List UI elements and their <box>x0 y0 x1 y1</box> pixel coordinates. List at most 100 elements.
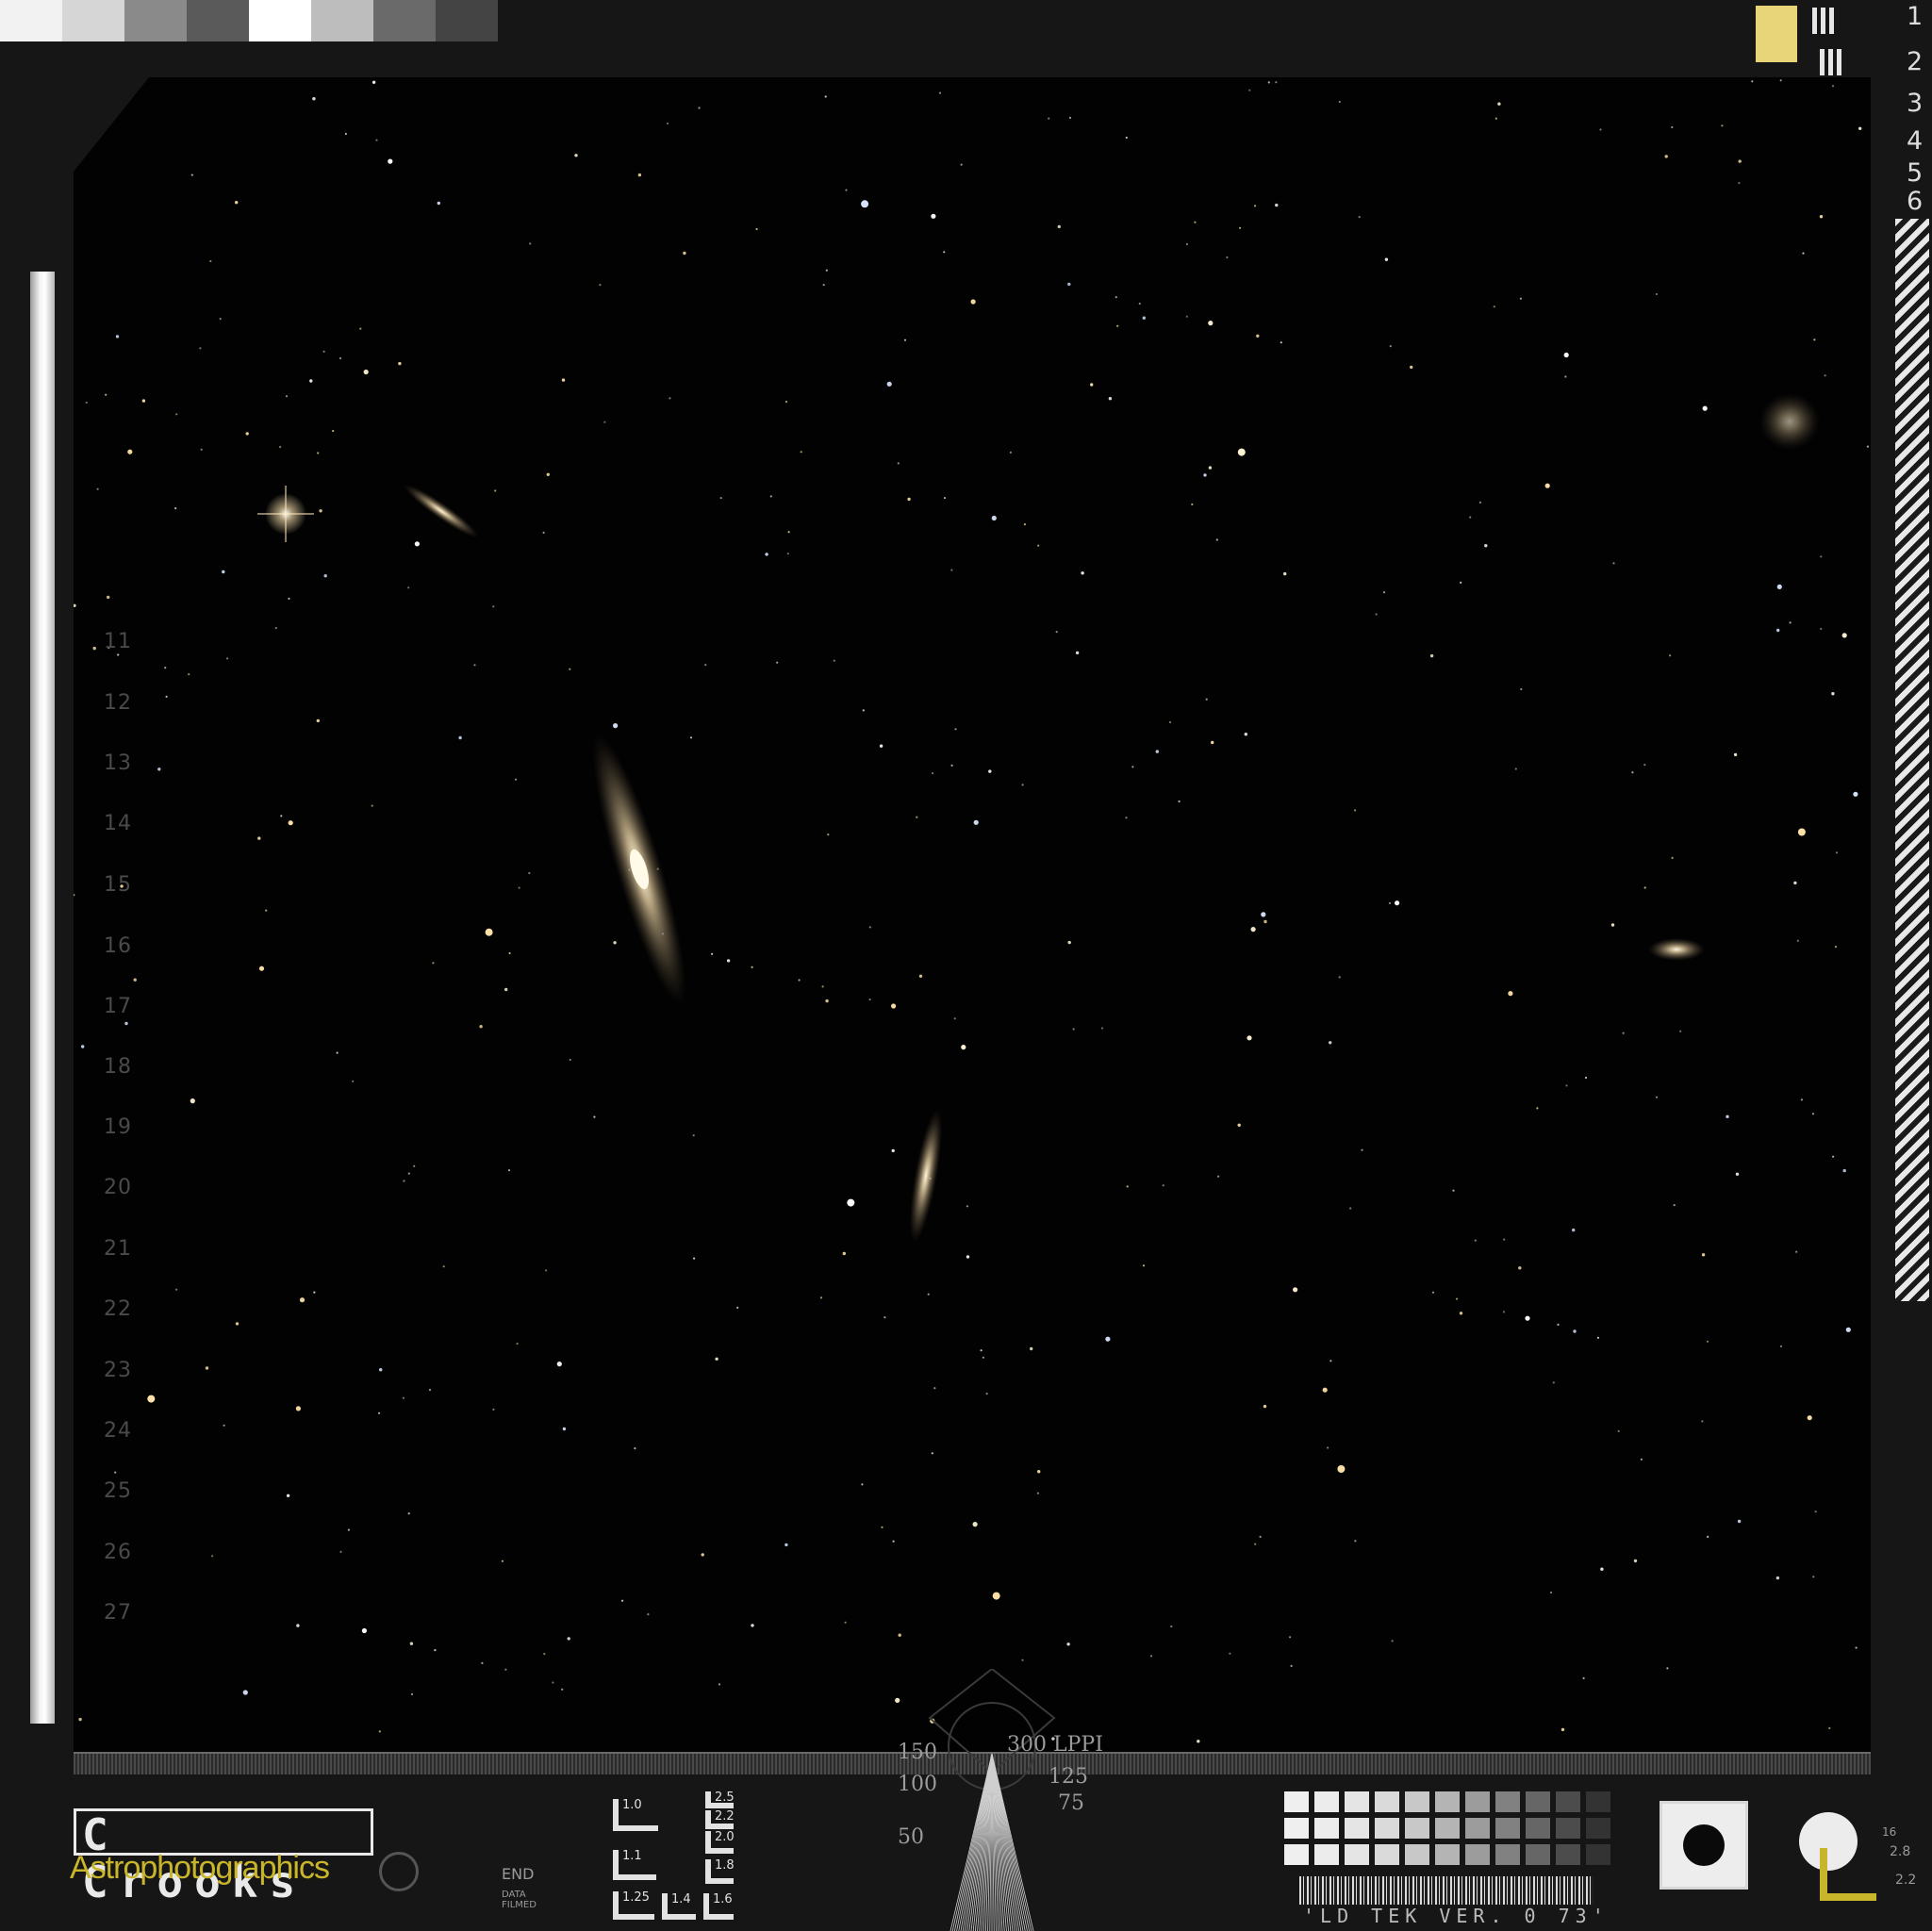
star <box>1737 1519 1742 1524</box>
star <box>1811 1113 1815 1115</box>
star <box>1429 653 1434 658</box>
density-swatch <box>1495 1818 1520 1839</box>
star <box>1536 1107 1539 1110</box>
star <box>428 1389 432 1392</box>
star <box>1261 912 1266 917</box>
ruler-number: 12 <box>104 691 132 715</box>
star <box>751 1624 754 1627</box>
star <box>199 347 202 350</box>
star <box>432 962 435 965</box>
star <box>1067 940 1071 945</box>
star <box>1853 791 1858 797</box>
star <box>718 1683 721 1686</box>
density-swatch <box>1465 1791 1490 1812</box>
star <box>822 284 825 287</box>
star <box>1655 1096 1659 1098</box>
star <box>1707 1535 1709 1538</box>
star <box>1361 1148 1363 1151</box>
star <box>897 462 900 465</box>
star <box>1389 345 1392 348</box>
star <box>907 497 911 502</box>
star <box>562 1427 567 1431</box>
star <box>1643 764 1646 767</box>
registration-circle <box>379 1852 419 1891</box>
star <box>117 653 120 656</box>
star <box>1834 946 1838 949</box>
star <box>1322 1387 1328 1393</box>
star <box>319 509 322 513</box>
scale-label: 16 <box>1882 1825 1897 1839</box>
star <box>862 709 865 712</box>
star <box>190 1098 195 1104</box>
star <box>845 189 848 191</box>
star <box>434 1649 437 1652</box>
star <box>1820 627 1823 631</box>
star <box>1116 324 1119 327</box>
star-field <box>74 79 1869 1755</box>
star <box>528 871 531 875</box>
star <box>288 820 293 826</box>
star <box>879 744 883 748</box>
star <box>784 1543 788 1547</box>
density-swatch <box>1495 1844 1520 1865</box>
density-swatch <box>1556 1844 1580 1865</box>
star <box>1721 124 1724 127</box>
star <box>1275 203 1279 207</box>
star <box>1795 1250 1798 1253</box>
star <box>285 395 289 398</box>
density-swatch <box>1526 1818 1550 1839</box>
star <box>1610 923 1615 927</box>
density-swatch <box>1405 1818 1429 1839</box>
star <box>437 201 440 206</box>
barcode <box>1299 1876 1593 1905</box>
star <box>258 966 265 971</box>
star <box>755 227 758 231</box>
star <box>1502 1311 1506 1313</box>
star <box>1337 1465 1346 1473</box>
star <box>1525 1315 1530 1321</box>
star <box>881 1526 883 1528</box>
star <box>1563 352 1569 358</box>
star <box>960 163 963 166</box>
star <box>1582 1676 1585 1679</box>
ruler-number: 14 <box>104 812 132 835</box>
density-swatch <box>1345 1844 1369 1865</box>
star <box>1149 1655 1153 1658</box>
star <box>372 80 376 84</box>
star <box>892 1540 895 1543</box>
star <box>174 507 177 510</box>
star <box>309 379 313 383</box>
density-swatch <box>1405 1791 1429 1812</box>
star <box>115 335 120 338</box>
star <box>1185 242 1189 246</box>
star <box>950 569 953 571</box>
star <box>1215 538 1218 541</box>
star <box>219 318 222 321</box>
star <box>692 1134 695 1137</box>
star <box>235 1322 239 1326</box>
star <box>861 1483 864 1486</box>
density-swatch <box>1435 1844 1460 1865</box>
star <box>1048 117 1050 120</box>
star <box>1115 296 1117 299</box>
star <box>165 695 168 699</box>
star <box>973 819 979 825</box>
grayscale-step-strip <box>0 0 498 41</box>
star <box>1075 651 1080 655</box>
elliptical-galaxy <box>1648 938 1705 961</box>
star <box>114 1471 117 1474</box>
star <box>1354 809 1357 812</box>
star <box>339 1550 342 1553</box>
mini-box: 1.4 <box>662 1893 696 1920</box>
star <box>972 1522 978 1527</box>
star <box>931 1452 933 1455</box>
star <box>1643 886 1646 889</box>
star <box>361 1627 367 1634</box>
star <box>825 269 828 272</box>
star <box>200 448 203 451</box>
star <box>903 338 907 341</box>
star <box>1226 256 1229 259</box>
star <box>507 1169 511 1172</box>
star <box>1832 1155 1835 1158</box>
star <box>1800 1098 1803 1101</box>
